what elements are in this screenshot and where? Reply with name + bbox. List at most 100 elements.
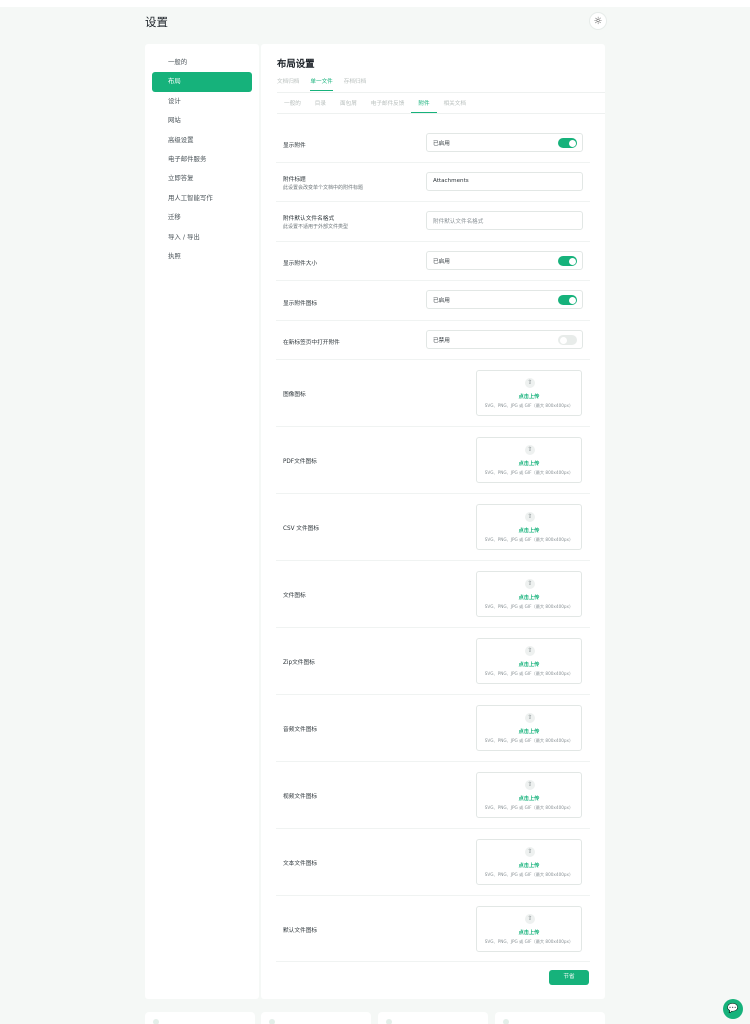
click-to-upload-link[interactable]: 点击上传 — [477, 393, 581, 400]
subtab-toc[interactable]: 目录 — [308, 99, 333, 113]
tab-doc-archive[interactable]: 文档归档 — [277, 77, 299, 91]
setting-label: 音频文件图标 — [283, 727, 318, 733]
sidebar-item-email[interactable]: 电子邮件服务 — [152, 150, 252, 169]
tab-archive[interactable]: 存档归档 — [344, 77, 366, 91]
sidebar-item-license[interactable]: 执照 — [152, 247, 252, 266]
upload-dropzone[interactable]: ⇧ 点击上传 SVG、PNG、JPG 或 GIF（最大 800x400px） — [476, 504, 582, 550]
setting-label: 视频文件图标 — [283, 794, 318, 800]
subtab-related-docs[interactable]: 相关文档 — [437, 99, 473, 113]
page-title: 设置 — [145, 15, 168, 29]
show-size-toggle[interactable] — [558, 256, 577, 266]
setting-row-attachment-title: 附件标题 此设置会改变单个文档中的附件标题 Attachments — [276, 163, 590, 202]
top-strip — [0, 0, 750, 7]
subtab-general[interactable]: 一般的 — [277, 99, 308, 113]
upload-row-csv-icon: CSV 文件图标 ⇧ 点击上传 SVG、PNG、JPG 或 GIF（最大 800… — [276, 494, 590, 561]
toggle-state-text: 已启用 — [433, 298, 450, 304]
filename-format-input[interactable]: 附件默认文件名格式 — [426, 211, 583, 230]
sidebar-item-import-export[interactable]: 导入 / 导出 — [152, 228, 252, 247]
sidebar-item-ai-writing[interactable]: 用人工智能写作 — [152, 189, 252, 208]
setting-label: Zip文件图标 — [283, 660, 315, 666]
upload-dropzone[interactable]: ⇧ 点击上传 SVG、PNG、JPG 或 GIF（最大 800x400px） — [476, 638, 582, 684]
setting-label: 附件默认文件名格式 — [283, 216, 335, 222]
click-to-upload-link[interactable]: 点击上传 — [477, 728, 581, 735]
upload-hint: SVG、PNG、JPG 或 GIF（最大 800x400px） — [484, 738, 574, 743]
upload-dropzone[interactable]: ⇧ 点击上传 SVG、PNG、JPG 或 GIF（最大 800x400px） — [476, 772, 582, 818]
upload-dropzone[interactable]: ⇧ 点击上传 SVG、PNG、JPG 或 GIF（最大 800x400px） — [476, 705, 582, 751]
attachment-title-input[interactable]: Attachments — [426, 172, 583, 191]
theme-toggle-button[interactable]: ☼ — [590, 13, 606, 29]
footer-card — [495, 1012, 605, 1024]
sidebar-item-advanced[interactable]: 高级设置 — [152, 131, 252, 150]
setting-label: 显示附件 — [283, 143, 306, 149]
sidebar-item-migration[interactable]: 迁移 — [152, 208, 252, 227]
upload-dropzone[interactable]: ⇧ 点击上传 SVG、PNG、JPG 或 GIF（最大 800x400px） — [476, 839, 582, 885]
panel-title: 布局设置 — [277, 59, 315, 70]
setting-row-filename-format: 附件默认文件名格式 此设置不适用于外部文件类型 附件默认文件名格式 — [276, 202, 590, 242]
subtab-breadcrumb[interactable]: 面包屑 — [333, 99, 364, 113]
setting-label: CSV 文件图标 — [283, 526, 320, 532]
setting-label: PDF文件图标 — [283, 459, 317, 465]
footer-card — [378, 1012, 488, 1024]
open-new-tab-control[interactable]: 已禁用 — [426, 330, 583, 349]
upload-dropzone[interactable]: ⇧ 点击上传 SVG、PNG、JPG 或 GIF（最大 800x400px） — [476, 370, 582, 416]
upload-cloud-icon: ⇧ — [525, 445, 535, 455]
upload-row-video-icon: 视频文件图标 ⇧ 点击上传 SVG、PNG、JPG 或 GIF（最大 800x4… — [276, 762, 590, 829]
upload-cloud-icon: ⇧ — [525, 378, 535, 388]
toggle-knob — [559, 336, 567, 344]
setting-label: 显示附件图标 — [283, 301, 318, 307]
upload-dropzone[interactable]: ⇧ 点击上传 SVG、PNG、JPG 或 GIF（最大 800x400px） — [476, 437, 582, 483]
subtab-divider — [277, 113, 605, 114]
show-attachments-control[interactable]: 已启用 — [426, 133, 583, 152]
sidebar-item-general[interactable]: 一般的 — [152, 53, 252, 72]
upload-dropzone[interactable]: ⇧ 点击上传 SVG、PNG、JPG 或 GIF（最大 800x400px） — [476, 906, 582, 952]
upload-hint: SVG、PNG、JPG 或 GIF（最大 800x400px） — [484, 939, 574, 944]
click-to-upload-link[interactable]: 点击上传 — [477, 661, 581, 668]
upload-row-image-icon: 图像图标 ⇧ 点击上传 SVG、PNG、JPG 或 GIF（最大 800x400… — [276, 360, 590, 427]
setting-label: 图像图标 — [283, 392, 306, 398]
click-to-upload-link[interactable]: 点击上传 — [477, 527, 581, 534]
toggle-state-text: 已禁用 — [433, 338, 450, 344]
show-icon-toggle[interactable] — [558, 295, 577, 305]
click-to-upload-link[interactable]: 点击上传 — [477, 862, 581, 869]
click-to-upload-link[interactable]: 点击上传 — [477, 594, 581, 601]
toggle-state-text: 已启用 — [433, 141, 450, 147]
toggle-knob — [568, 139, 576, 147]
upload-hint: SVG、PNG、JPG 或 GIF（最大 800x400px） — [484, 872, 574, 877]
sidebar-item-design[interactable]: 设计 — [152, 92, 252, 111]
upload-cloud-icon: ⇧ — [525, 780, 535, 790]
subtab-email-feedback[interactable]: 电子邮件反馈 — [364, 99, 412, 113]
footer-card — [261, 1012, 371, 1024]
click-to-upload-link[interactable]: 点击上传 — [477, 460, 581, 467]
upload-cloud-icon: ⇧ — [525, 847, 535, 857]
upload-row-text-icon: 文本文件图标 ⇧ 点击上传 SVG、PNG、JPG 或 GIF（最大 800x4… — [276, 829, 590, 896]
upload-cloud-icon: ⇧ — [525, 646, 535, 656]
upload-hint: SVG、PNG、JPG 或 GIF（最大 800x400px） — [484, 470, 574, 475]
sun-icon: ☼ — [593, 15, 603, 27]
save-button[interactable]: 节省 — [549, 970, 589, 985]
input-value: Attachments — [433, 178, 469, 184]
tab-single-doc[interactable]: 单一文件 — [310, 77, 333, 91]
primary-tabs: 文档归档 单一文件 存档归档 — [277, 77, 377, 91]
upload-hint: SVG、PNG、JPG 或 GIF（最大 800x400px） — [484, 805, 574, 810]
sidebar-item-layout[interactable]: 布局 — [152, 72, 252, 92]
upload-row-audio-icon: 音频文件图标 ⇧ 点击上传 SVG、PNG、JPG 或 GIF（最大 800x4… — [276, 695, 590, 762]
upload-row-pdf-icon: PDF文件图标 ⇧ 点击上传 SVG、PNG、JPG 或 GIF（最大 800x… — [276, 427, 590, 494]
show-attachments-toggle[interactable] — [558, 138, 577, 148]
upload-dropzone[interactable]: ⇧ 点击上传 SVG、PNG、JPG 或 GIF（最大 800x400px） — [476, 571, 582, 617]
show-size-control[interactable]: 已启用 — [426, 251, 583, 270]
click-to-upload-link[interactable]: 点击上传 — [477, 929, 581, 936]
upload-hint: SVG、PNG、JPG 或 GIF（最大 800x400px） — [484, 403, 574, 408]
sidebar-item-instant-answer[interactable]: 立即答复 — [152, 169, 252, 188]
sidebar-item-website[interactable]: 网站 — [152, 111, 252, 130]
chat-launcher-button[interactable]: 💬 — [723, 999, 743, 1019]
upload-row-zip-icon: Zip文件图标 ⇧ 点击上传 SVG、PNG、JPG 或 GIF（最大 800x… — [276, 628, 590, 695]
setting-label: 附件标题 — [283, 177, 306, 183]
upload-hint: SVG、PNG、JPG 或 GIF（最大 800x400px） — [484, 671, 574, 676]
show-icon-control[interactable]: 已启用 — [426, 290, 583, 309]
toggle-knob — [568, 296, 576, 304]
subtab-attachments[interactable]: 附件 — [411, 99, 437, 113]
open-new-tab-toggle[interactable] — [558, 335, 577, 345]
upload-row-file-icon: 文件图标 ⇧ 点击上传 SVG、PNG、JPG 或 GIF（最大 800x400… — [276, 561, 590, 628]
card-icon — [153, 1019, 159, 1024]
click-to-upload-link[interactable]: 点击上传 — [477, 795, 581, 802]
